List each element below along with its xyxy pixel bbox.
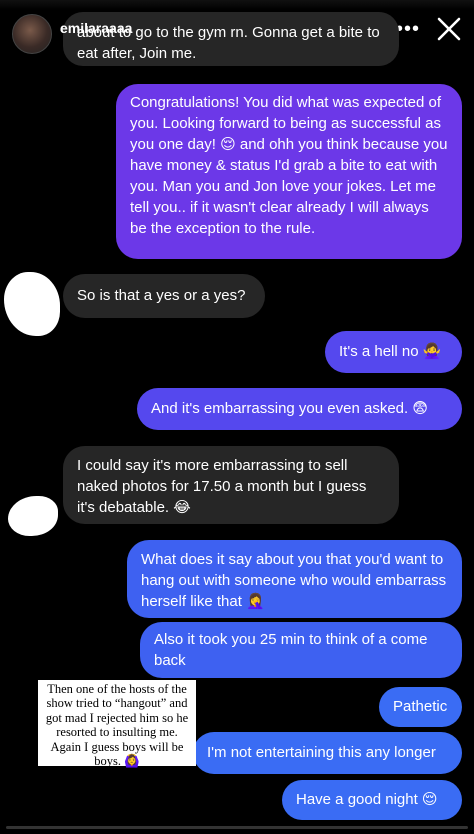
message-text: So is that a yes or a yes? xyxy=(77,287,246,304)
more-options-button[interactable]: ••• xyxy=(396,18,420,41)
message-bubble-sent: Have a good night 😌 xyxy=(282,780,462,820)
redaction-blob xyxy=(8,496,58,536)
message-text: Also it took you 25 min to think of a co… xyxy=(154,631,428,669)
caption-text: Then one of the hosts of the show tried … xyxy=(45,682,189,769)
message-bubble-sent: What does it say about you that you'd wa… xyxy=(127,540,462,618)
message-text: I could say it's more embarrassing to se… xyxy=(77,457,367,516)
message-bubble-received: So is that a yes or a yes? xyxy=(63,274,265,318)
close-button[interactable] xyxy=(432,12,466,46)
close-icon xyxy=(437,17,461,41)
message-bubble-sent: Pathetic xyxy=(379,687,462,727)
message-text: I'm not entertaining this any longer xyxy=(207,744,436,761)
message-bubble-sent: It's a hell no 🙅‍♀️ xyxy=(325,331,462,373)
message-bubble-sent: Congratulations! You did what was expect… xyxy=(116,84,462,259)
message-text: Congratulations! You did what was expect… xyxy=(130,94,448,237)
story-top-bar xyxy=(0,0,474,10)
message-text: Have a good night 😌 xyxy=(296,791,438,808)
username-overlay: emilaraaaa xyxy=(60,20,133,36)
message-text: Pathetic xyxy=(393,698,448,715)
story-caption: Then one of the hosts of the show tried … xyxy=(38,680,196,769)
redaction-blob xyxy=(4,272,60,336)
message-text: And it's embarrassing you even asked. 😨 xyxy=(151,400,428,417)
message-bubble-received: I could say it's more embarrassing to se… xyxy=(63,446,399,524)
story-progress-bar xyxy=(6,826,468,829)
message-bubble-sent: And it's embarrassing you even asked. 😨 xyxy=(137,388,462,430)
message-text: It's a hell no 🙅‍♀️ xyxy=(339,343,442,360)
message-bubble-sent: I'm not entertaining this any longer xyxy=(193,732,462,774)
message-bubble-sent: Also it took you 25 min to think of a co… xyxy=(140,622,462,678)
message-text: What does it say about you that you'd wa… xyxy=(141,551,447,610)
avatar[interactable] xyxy=(12,14,52,54)
